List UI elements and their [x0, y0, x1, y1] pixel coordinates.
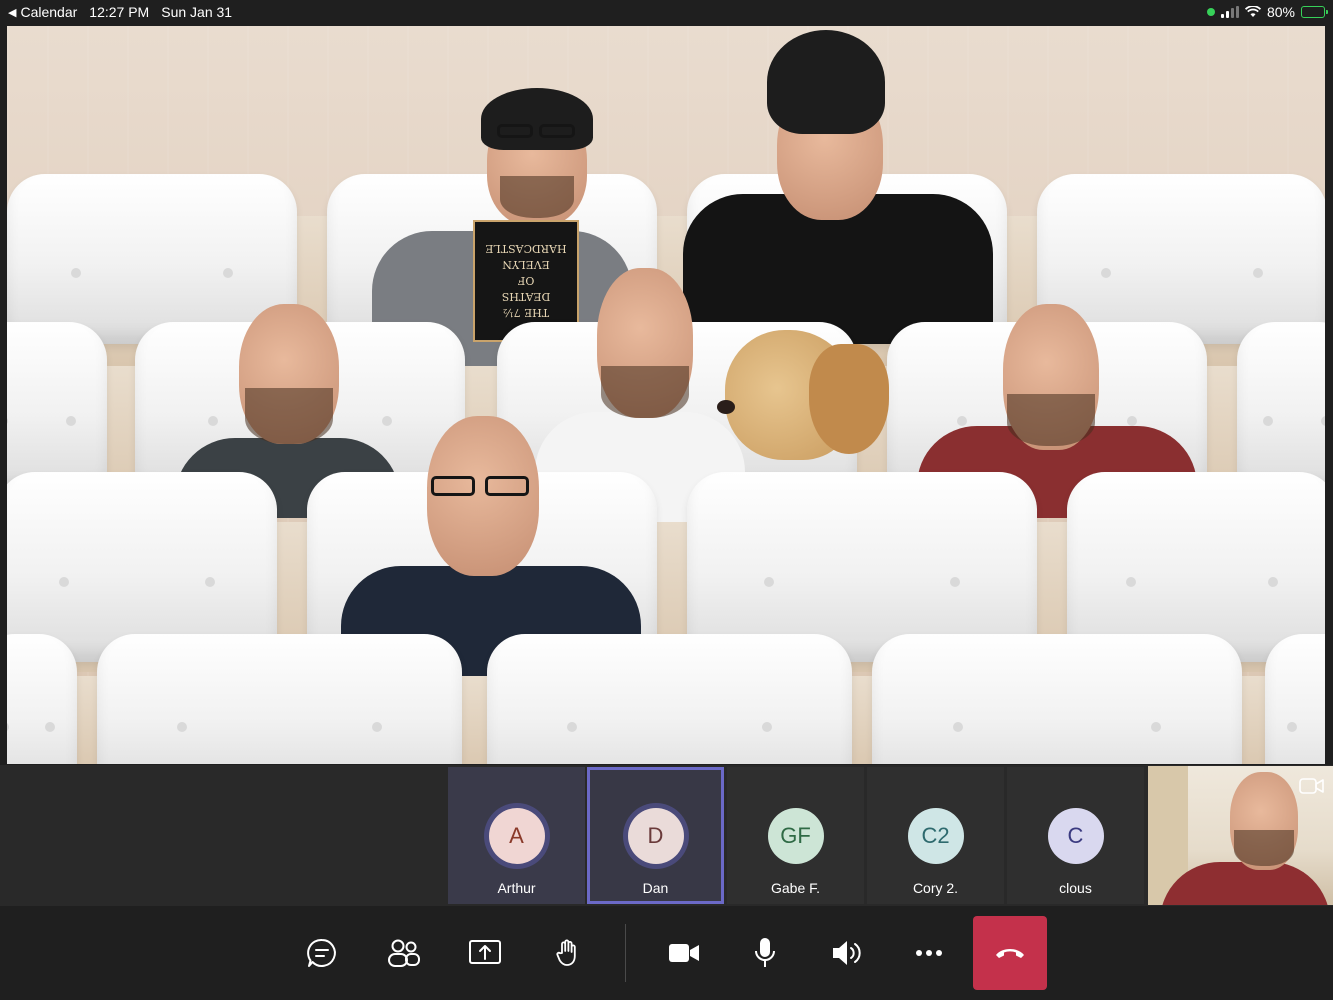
microphone-icon [755, 938, 775, 967]
status-left: ◀ Calendar 12:27 PM Sun Jan 31 [8, 4, 232, 20]
mic-button[interactable] [740, 928, 790, 978]
participant-tile-arthur[interactable]: A Arthur [448, 767, 585, 904]
controls-divider [625, 924, 626, 982]
hang-up-icon [996, 949, 1024, 958]
speaker-button[interactable] [822, 928, 872, 978]
chat-button[interactable] [297, 928, 347, 978]
participant-name: Cory 2. [912, 880, 959, 896]
back-app-link[interactable]: Calendar [20, 4, 77, 20]
wifi-icon [1244, 6, 1261, 17]
camera-button[interactable] [659, 928, 709, 978]
together-mode-stage: THE 7½ DEATHS OF EVELYN HARDCASTLE [7, 26, 1325, 764]
participant-tile-cory[interactable]: C2 Cory 2. [867, 767, 1004, 904]
seat [7, 322, 107, 492]
avatar: C [1047, 808, 1104, 864]
participant-tile-gabe[interactable]: GF Gabe F. [727, 767, 864, 904]
participant-name: Dan [642, 880, 669, 896]
camera-in-use-indicator-icon [1206, 8, 1215, 16]
seat [487, 634, 852, 764]
avatar: A [488, 808, 545, 864]
people-icon [388, 939, 420, 967]
participant-name: Arthur [497, 880, 536, 896]
cellular-signal-icon [1220, 6, 1239, 18]
seat [97, 634, 462, 764]
status-right: 80% [1206, 4, 1328, 20]
avatar: GF [767, 808, 824, 864]
video-camera-icon [669, 944, 699, 962]
avatar: D [627, 808, 684, 864]
share-button[interactable] [460, 928, 510, 978]
more-icon [916, 950, 942, 956]
chat-icon [307, 938, 336, 967]
seat [1237, 322, 1325, 492]
camera-switch-icon[interactable] [1299, 776, 1325, 796]
participants-button[interactable] [379, 928, 429, 978]
participant-tile-dan[interactable]: D Dan [587, 767, 724, 904]
status-bar: ◀ Calendar 12:27 PM Sun Jan 31 80% [0, 0, 1333, 24]
participant-tile-clous[interactable]: C clous [1007, 767, 1144, 904]
seat [1265, 634, 1325, 764]
self-view-video[interactable] [1148, 766, 1333, 905]
status-date: Sun Jan 31 [161, 4, 233, 20]
status-time: 12:27 PM [89, 4, 150, 20]
hand-icon [556, 939, 576, 966]
seat [7, 634, 77, 764]
more-button[interactable] [904, 928, 954, 978]
battery-percent: 80% [1266, 4, 1295, 20]
participant-name: clous [1059, 880, 1092, 896]
seat [872, 634, 1242, 764]
back-arrow-icon[interactable]: ◀ [8, 6, 16, 19]
participant-name: Gabe F. [770, 880, 821, 896]
call-controls [0, 906, 1333, 1000]
avatar: C2 [907, 808, 964, 864]
hang-up-button[interactable] [973, 916, 1047, 990]
participant-strip: A Arthur D Dan GF Gabe F. C2 Cory 2. C c… [0, 765, 1333, 906]
speaker-icon [833, 941, 861, 965]
share-screen-icon [469, 940, 501, 964]
battery-icon [1301, 6, 1328, 18]
raise-hand-button[interactable] [542, 928, 592, 978]
